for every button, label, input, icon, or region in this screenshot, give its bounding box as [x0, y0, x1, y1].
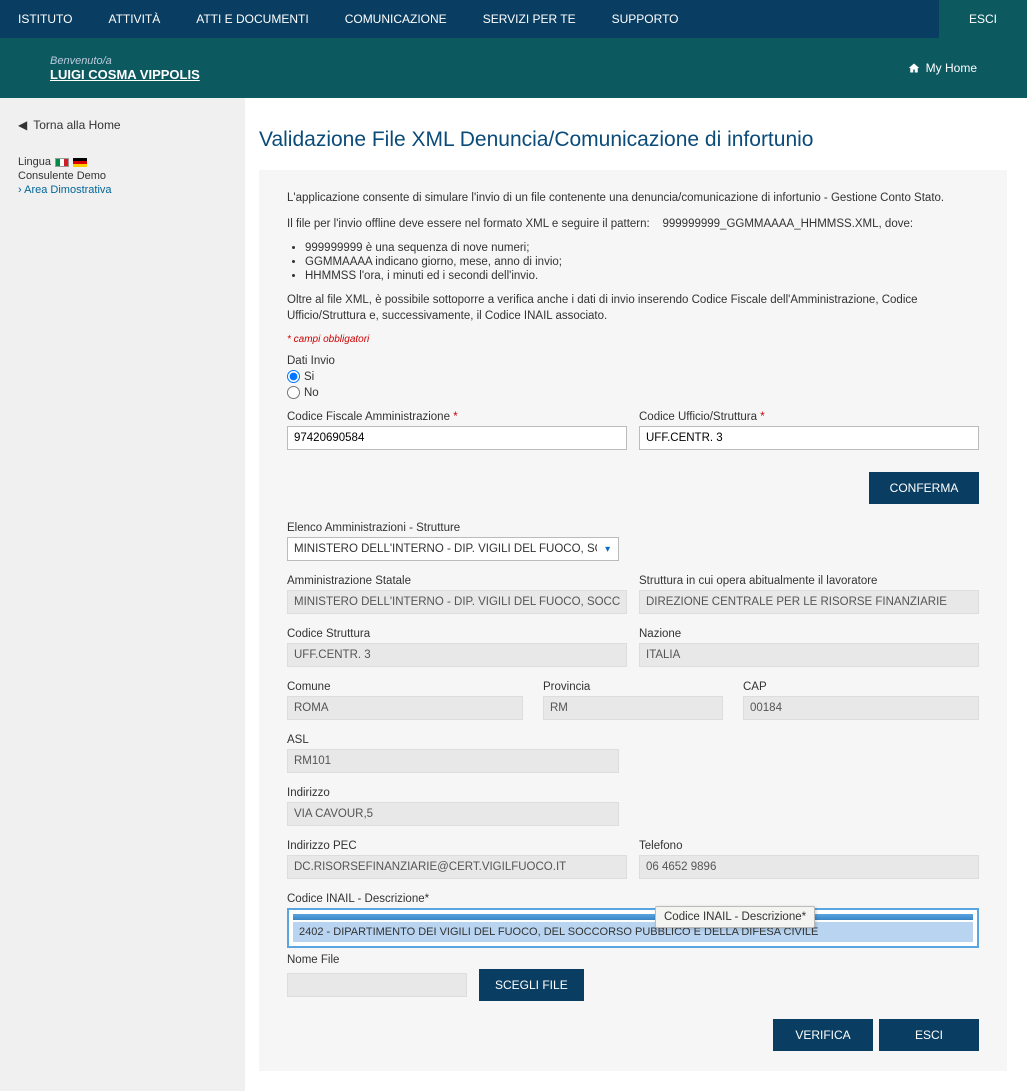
nav-comunicazione[interactable]: COMUNICAZIONE	[327, 0, 465, 38]
bullet-2: GGMMAAAA indicano giorno, mese, anno di …	[305, 256, 979, 268]
conferma-button[interactable]: CONFERMA	[869, 472, 979, 504]
struttura-lav-label: Struttura in cui opera abitualmente il l…	[639, 575, 979, 587]
nav-supporto[interactable]: SUPPORTO	[594, 0, 697, 38]
inail-label: Codice INAIL - Descrizione*	[287, 893, 979, 905]
scegli-file-button[interactable]: SCEGLI FILE	[479, 969, 584, 1001]
pec-input	[287, 855, 627, 879]
cu-label: Codice Ufficio/Struttura *	[639, 411, 979, 423]
tel-label: Telefono	[639, 840, 979, 852]
cap-label: CAP	[743, 681, 979, 693]
dati-invio-group: Dati Invio Si No	[287, 355, 979, 399]
elenco-select-text: MINISTERO DELL'INTERNO - DIP. VIGILI DEL…	[288, 538, 597, 560]
nomefile-label: Nome File	[287, 954, 979, 966]
radio-si[interactable]	[287, 370, 300, 383]
amm-input	[287, 590, 627, 614]
radio-no[interactable]	[287, 386, 300, 399]
username-link[interactable]: LUIGI COSMA VIPPOLIS	[50, 67, 200, 82]
elenco-select[interactable]: MINISTERO DELL'INTERNO - DIP. VIGILI DEL…	[287, 537, 619, 561]
inail-select-bar	[293, 914, 973, 920]
amm-label: Amministrazione Statale	[287, 575, 627, 587]
nav-servizi[interactable]: SERVIZI PER TE	[465, 0, 594, 38]
elenco-label: Elenco Amministrazioni - Strutture	[287, 522, 619, 534]
top-nav: ISTITUTO ATTIVITÀ ATTI E DOCUMENTI COMUN…	[0, 0, 1027, 38]
chevron-down-icon[interactable]: ▾	[597, 540, 618, 559]
nav-atti[interactable]: ATTI E DOCUMENTI	[178, 0, 326, 38]
flag-it-icon[interactable]	[55, 158, 69, 167]
page-title: Validazione File XML Denuncia/Comunicazi…	[259, 128, 1007, 152]
intro-3: Oltre al file XML, è possibile sottoporr…	[287, 292, 979, 324]
lingua-label: Lingua	[18, 156, 51, 168]
area-dimostrativa-link[interactable]: Area Dimostrativa	[18, 184, 227, 196]
verifica-button[interactable]: VERIFICA	[773, 1019, 873, 1051]
intro-1: L'applicazione consente di simulare l'in…	[287, 190, 979, 206]
provincia-label: Provincia	[543, 681, 723, 693]
mandatory-note: * campi obbligatori	[287, 334, 979, 345]
cod-strutt-input	[287, 643, 627, 667]
nazione-input	[639, 643, 979, 667]
struttura-lav-input	[639, 590, 979, 614]
back-home-link[interactable]: ◀ Torna alla Home	[18, 118, 227, 132]
welcome-label: Benvenuto/a	[50, 55, 200, 67]
inail-option[interactable]: 2402 - DIPARTIMENTO DEI VIGILI DEL FUOCO…	[293, 922, 973, 942]
home-icon	[908, 62, 920, 74]
radio-si-label: Si	[304, 371, 314, 383]
radio-no-label: No	[304, 387, 319, 399]
nazione-label: Nazione	[639, 628, 979, 640]
nav-istituto[interactable]: ISTITUTO	[0, 0, 90, 38]
intro-2: Il file per l'invio offline deve essere …	[287, 216, 979, 232]
my-home-link[interactable]: My Home	[908, 61, 977, 75]
indirizzo-label: Indirizzo	[287, 787, 619, 799]
sidebar: ◀ Torna alla Home Lingua Consulente Demo…	[0, 98, 245, 1091]
cf-label: Codice Fiscale Amministrazione *	[287, 411, 627, 423]
intro-bullets: 999999999 è una sequenza di nove numeri;…	[305, 242, 979, 282]
cap-input	[743, 696, 979, 720]
asl-input	[287, 749, 619, 773]
nav-attivita[interactable]: ATTIVITÀ	[90, 0, 178, 38]
nav-esci[interactable]: ESCI	[939, 0, 1027, 38]
dati-invio-label: Dati Invio	[287, 355, 979, 367]
lingua-row: Lingua	[18, 156, 227, 168]
tel-input	[639, 855, 979, 879]
cu-input[interactable]	[639, 426, 979, 450]
flag-de-icon[interactable]	[73, 158, 87, 167]
comune-input	[287, 696, 523, 720]
back-home-text: Torna alla Home	[33, 118, 120, 132]
inail-tooltip: Codice INAIL - Descrizione*	[655, 906, 815, 928]
provincia-input	[543, 696, 723, 720]
bullet-3: HHMMSS l'ora, i minuti ed i secondi dell…	[305, 270, 979, 282]
cod-strutt-label: Codice Struttura	[287, 628, 627, 640]
main-content: Validazione File XML Denuncia/Comunicazi…	[245, 98, 1027, 1091]
indirizzo-input	[287, 802, 619, 826]
nomefile-input	[287, 973, 467, 997]
inail-select[interactable]: 2402 - DIPARTIMENTO DEI VIGILI DEL FUOCO…	[287, 908, 979, 948]
content-box: L'applicazione consente di simulare l'in…	[259, 170, 1007, 1071]
my-home-text: My Home	[926, 61, 977, 75]
pec-label: Indirizzo PEC	[287, 840, 627, 852]
comune-label: Comune	[287, 681, 523, 693]
bullet-1: 999999999 è una sequenza di nove numeri;	[305, 242, 979, 254]
sub-nav: Benvenuto/a LUIGI COSMA VIPPOLIS My Home	[0, 38, 1027, 98]
back-arrow-icon: ◀	[18, 118, 27, 132]
asl-label: ASL	[287, 734, 619, 746]
esci-button[interactable]: ESCI	[879, 1019, 979, 1051]
cf-input[interactable]	[287, 426, 627, 450]
consulente-label: Consulente Demo	[18, 170, 227, 182]
